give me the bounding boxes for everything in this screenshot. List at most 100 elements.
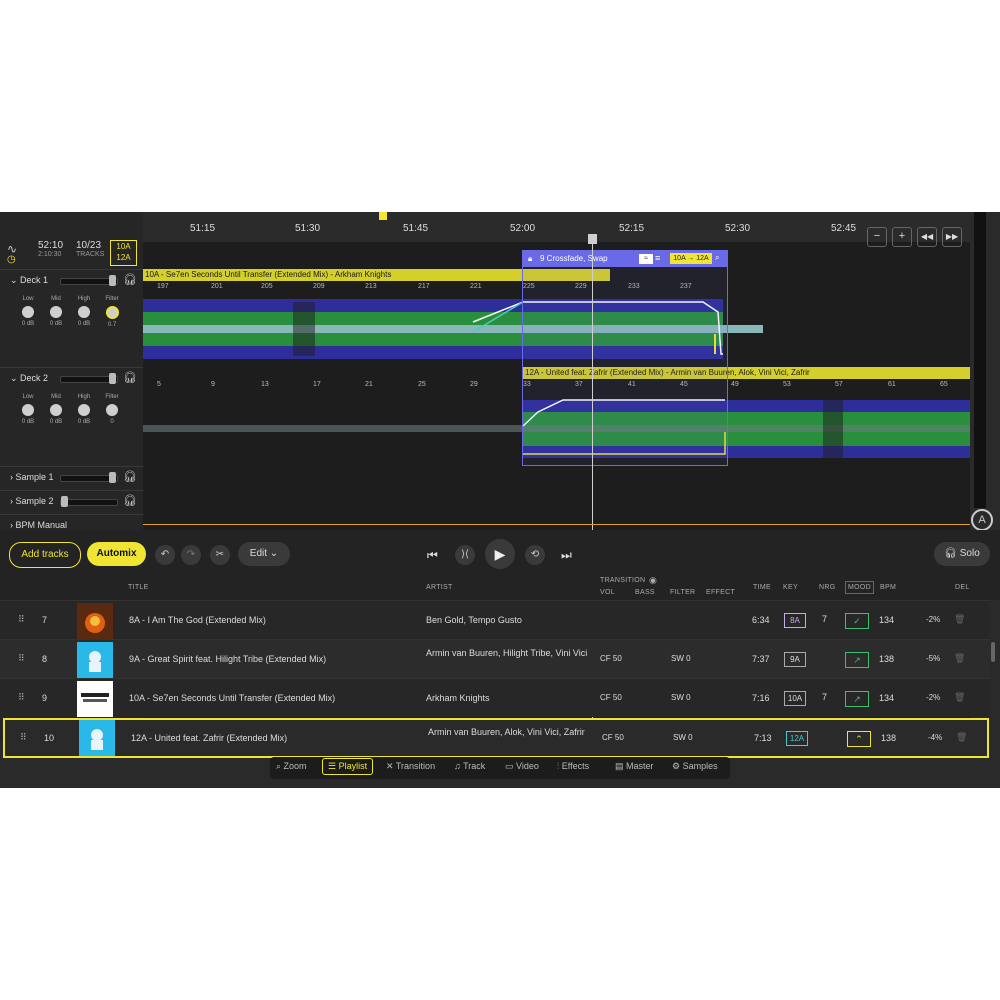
mood-check-icon[interactable]: ✓ <box>845 613 869 629</box>
next-track-icon[interactable]: ⏭︎ <box>561 548 572 563</box>
play-button[interactable]: ▶ <box>485 539 515 569</box>
drag-handle-icon[interactable]: ⠿ <box>20 732 27 743</box>
deck1-mid[interactable]: Mid 0 dB <box>42 296 70 327</box>
timeline-end-line <box>143 524 970 525</box>
drag-handle-icon[interactable]: ⠿ <box>18 614 25 625</box>
mood-up-icon[interactable]: ↗ <box>845 652 869 668</box>
deck1-high[interactable]: High 0 dB <box>70 296 98 327</box>
playhead-handle-icon[interactable] <box>588 234 597 244</box>
deck2-mid[interactable]: Mid 0 dB <box>42 394 70 425</box>
tab-track[interactable]: ♫ Track <box>454 761 485 771</box>
time-ruler[interactable]: 51:15 51:30 51:45 52:00 52:15 52:30 52:4… <box>143 212 970 247</box>
playhead-marker-icon[interactable] <box>379 212 387 220</box>
column-bpm[interactable]: BPM <box>880 584 896 591</box>
drag-handle-icon[interactable]: ⠿ <box>18 692 25 703</box>
headphones-icon[interactable]: 🎧︎ <box>123 273 137 286</box>
deck2-high[interactable]: High 0 dB <box>70 394 98 425</box>
transition-region[interactable]: 🔒︎ 9 Crossfade, Swap ≈ ≡ 10A → 12A ⌕ <box>522 250 728 466</box>
column-del[interactable]: DEL <box>955 584 970 591</box>
redo-icon[interactable]: ↷ <box>181 545 201 565</box>
zoom-in-button[interactable]: + <box>892 227 912 247</box>
table-row[interactable]: ⠿ 9 10A - Se7en Seconds Until Transfer (… <box>0 678 990 717</box>
deck2-low[interactable]: Low 0 dB <box>14 394 42 425</box>
scissors-icon[interactable]: ✂ <box>210 545 230 565</box>
tab-video[interactable]: ▭ Video <box>505 761 539 772</box>
headphones-icon[interactable]: 🎧︎ <box>123 494 137 507</box>
column-transition[interactable]: TRANSITION <box>600 577 645 584</box>
knob-icon[interactable] <box>22 306 34 318</box>
headphones-icon[interactable]: 🎧︎ <box>123 371 137 384</box>
undo-icon[interactable]: ↶ <box>155 545 175 565</box>
sample2-fader-knob[interactable] <box>61 496 68 507</box>
deck2-filter[interactable]: Filter 0 <box>98 394 126 425</box>
edit-dropdown[interactable]: Edit ⌄ <box>238 542 290 566</box>
column-time[interactable]: TIME <box>753 584 771 591</box>
tab-transition[interactable]: ✕ Transition <box>386 761 435 772</box>
column-artist[interactable]: ARTIST <box>426 584 453 591</box>
column-effect[interactable]: EFFECT <box>706 589 735 596</box>
deck1-filter[interactable]: Filter 0.7 <box>98 296 126 328</box>
trash-icon[interactable]: 🗑︎ <box>954 614 965 625</box>
transition-header[interactable]: 🔒︎ 9 Crossfade, Swap ≈ ≡ 10A → 12A ⌕ <box>523 251 727 267</box>
automix-button[interactable]: Automix <box>87 542 146 566</box>
column-filter[interactable]: FILTER <box>670 589 695 596</box>
trash-icon[interactable]: 🗑︎ <box>956 732 967 743</box>
vertical-scrollbar[interactable] <box>974 212 986 508</box>
column-title[interactable]: TITLE <box>128 584 149 591</box>
trash-icon[interactable]: 🗑︎ <box>954 653 965 664</box>
column-vol[interactable]: VOL <box>600 589 615 596</box>
deck2-fader-knob[interactable] <box>109 373 116 384</box>
zoom-out-button[interactable]: − <box>867 227 887 247</box>
sample2-header[interactable]: › Sample 2 🎧︎ <box>0 490 143 513</box>
sample2-volume-fader[interactable] <box>60 496 118 507</box>
mood-peak-icon[interactable]: ⌃ <box>847 731 871 747</box>
search-icon[interactable]: ⌕ <box>715 253 719 263</box>
loop-icon[interactable]: ⟲ <box>525 545 545 565</box>
solo-button[interactable]: 🎧︎ Solo <box>934 542 990 566</box>
deck2-volume-fader[interactable] <box>60 373 118 384</box>
drag-handle-icon[interactable]: ⠿ <box>18 653 25 664</box>
knob-icon[interactable] <box>50 306 62 318</box>
transition-vol: CF 50 <box>602 733 624 742</box>
table-row[interactable]: ⠿ 7 8A - I Am The God (Extended Mix) Ben… <box>0 600 990 639</box>
sample1-fader-knob[interactable] <box>109 472 116 483</box>
table-row-selected[interactable]: ⠿ 10 12A - United feat. Zafrir (Extended… <box>3 718 989 758</box>
sample1-volume-fader[interactable] <box>60 472 118 483</box>
list-icon[interactable]: ≡ <box>655 253 660 263</box>
eye-icon[interactable]: ◉ <box>649 575 657 586</box>
knob-icon[interactable] <box>78 306 90 318</box>
playlist-scrollbar[interactable] <box>991 642 995 662</box>
deck1-low[interactable]: Low 0 dB <box>14 296 42 327</box>
deck1-fader-knob[interactable] <box>109 275 116 286</box>
mood-up-icon[interactable]: ↗ <box>845 691 869 707</box>
knob-icon[interactable] <box>78 404 90 416</box>
previous-track-icon[interactable]: ⏮︎ <box>427 548 438 563</box>
forward-button[interactable]: ▶▶ <box>942 227 962 247</box>
column-nrg[interactable]: NRG <box>819 584 835 591</box>
tab-playlist[interactable]: ☰ Playlist <box>322 758 374 775</box>
sync-icon[interactable]: ⟩⟨ <box>455 545 475 565</box>
trash-icon[interactable]: 🗑︎ <box>954 692 965 703</box>
deck1-volume-fader[interactable] <box>60 275 118 286</box>
deck1-header[interactable]: ⌄ Deck 1 🎧︎ <box>0 269 143 292</box>
lock-icon[interactable]: 🔒︎ <box>528 254 532 264</box>
tab-effects[interactable]: ⫶ Effects <box>557 761 589 772</box>
add-tracks-button[interactable]: Add tracks <box>9 542 81 568</box>
waveform-toggle-icon[interactable]: ≈ <box>639 254 653 264</box>
knob-icon[interactable] <box>105 306 119 319</box>
column-bass[interactable]: BASS <box>635 589 655 596</box>
tab-master[interactable]: ▤ Master <box>615 761 654 772</box>
headphones-icon[interactable]: 🎧︎ <box>123 470 137 483</box>
rewind-button[interactable]: ◀◀ <box>917 227 937 247</box>
knob-icon[interactable] <box>22 404 34 416</box>
table-row[interactable]: ⠿ 8 9A - Great Spirit feat. Hilight Trib… <box>0 639 990 678</box>
deck2-header[interactable]: ⌄ Deck 2 🎧︎ <box>0 367 143 390</box>
knob-icon[interactable] <box>50 404 62 416</box>
tab-samples[interactable]: ⚙ Samples <box>672 761 718 772</box>
column-key[interactable]: KEY <box>783 584 798 591</box>
knob-icon[interactable] <box>106 404 118 416</box>
automix-logo-icon[interactable]: A <box>971 509 993 531</box>
column-mood[interactable]: MOOD <box>845 581 874 594</box>
sample1-header[interactable]: › Sample 1 🎧︎ <box>0 466 143 489</box>
tab-zoom[interactable]: ⌕ Zoom <box>276 761 307 772</box>
